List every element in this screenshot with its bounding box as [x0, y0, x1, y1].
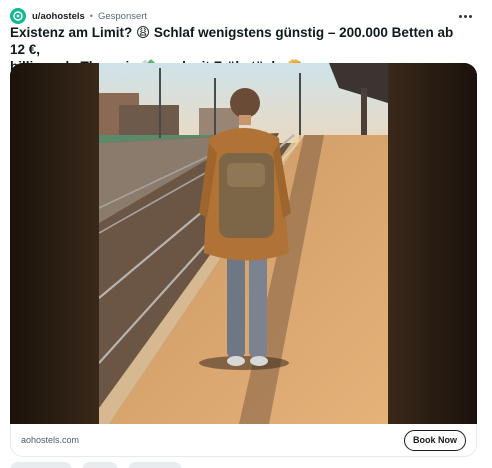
- vote-button[interactable]: [10, 462, 72, 468]
- station-platform-photo: [99, 63, 388, 424]
- action-bar: [10, 462, 182, 468]
- link-domain[interactable]: aohostels.com: [21, 435, 79, 445]
- media-blur-left: [10, 63, 99, 424]
- post-title-line-1: Existenz am Limit? 😩 Schlaf wenigstens g…: [10, 25, 454, 57]
- share-button[interactable]: [128, 462, 182, 468]
- post-media[interactable]: [10, 63, 477, 424]
- promoted-post: u/aohostels • Gesponsert Existenz am Lim…: [0, 0, 492, 468]
- promoted-label: Gesponsert: [97, 10, 148, 22]
- comment-button[interactable]: [82, 462, 118, 468]
- meta-separator: •: [89, 11, 93, 21]
- more-options-icon[interactable]: [456, 8, 474, 24]
- post-header: u/aohostels • Gesponsert: [10, 6, 480, 26]
- hostel-logo-icon[interactable]: [10, 8, 26, 24]
- link-bar[interactable]: aohostels.com Book Now: [10, 424, 477, 457]
- book-now-button[interactable]: Book Now: [404, 429, 466, 451]
- author-link[interactable]: u/aohostels: [32, 11, 85, 22]
- media-blur-right: [388, 63, 477, 424]
